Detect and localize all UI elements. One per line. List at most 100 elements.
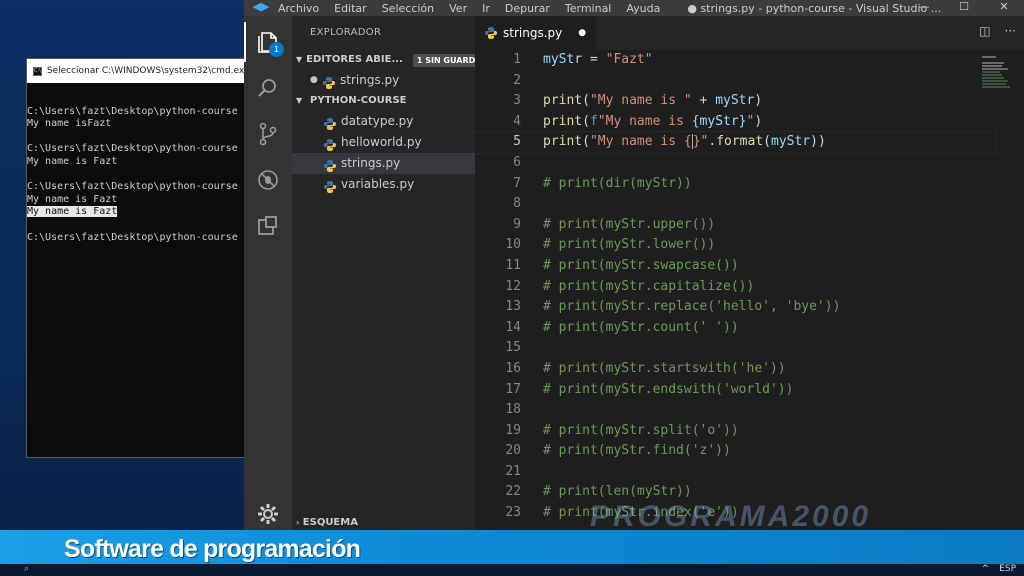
code-line[interactable]: 14 # print(myStr.count(' ')) [475, 318, 995, 339]
python-file-icon [485, 27, 497, 39]
code-line[interactable]: 19 # print(myStr.split('o')) [475, 421, 995, 442]
python-file-icon [324, 179, 336, 193]
open-editor-item[interactable]: ● strings.py [292, 70, 475, 91]
cmd-output-line [27, 131, 247, 144]
unsaved-dot-icon[interactable]: ● [310, 70, 318, 91]
unsaved-dot-icon[interactable]: ● [578, 28, 586, 38]
code-line[interactable]: 3 print("My name is " + myStr) [475, 91, 995, 112]
code-line[interactable]: 9 # print(myStr.upper()) [475, 215, 995, 236]
code-line[interactable]: 7 # print(dir(myStr)) [475, 174, 995, 195]
line-content: # print(myStr.find('z')) [543, 443, 731, 459]
cmd-title: Seleccionar C:\WINDOWS\system32\cmd.exe [46, 66, 247, 76]
code-line[interactable]: 2 [475, 71, 995, 92]
more-actions-icon[interactable]: ··· [1005, 24, 1016, 38]
line-number: 10 [505, 237, 521, 253]
line-number: 4 [513, 113, 521, 129]
file-item-variables-py[interactable]: variables.py [292, 174, 475, 195]
settings-gear-icon[interactable] [244, 494, 292, 530]
code-line[interactable]: 12 # print(myStr.capitalize()) [475, 277, 995, 298]
line-content [521, 153, 543, 174]
vscode-window[interactable]: ◀▶ Archivo Editar Selección Ver Ir Depurar Ter… [244, 0, 1024, 530]
caption-text: Software de programación [64, 535, 361, 563]
code-line[interactable]: 21 [475, 462, 995, 483]
menu-bar: ◀▶ Archivo Editar Selección Ver Ir Depurar Ter… [244, 0, 1024, 16]
code-line[interactable]: 5 print("My name is {}".format(myStr)) [474, 131, 996, 154]
editor-actions: ◫ ··· [979, 24, 1016, 38]
line-number: 5 [513, 134, 521, 150]
code-line[interactable]: 1 myStr = "Fazt" [475, 50, 995, 71]
code-line[interactable]: 13 # print(myStr.replace('hello', 'bye')) [475, 297, 995, 318]
menu-item-editar[interactable]: Editar [334, 2, 367, 15]
line-number: 19 [505, 422, 521, 438]
menu-item-seleccion[interactable]: Selección [382, 2, 434, 15]
line-number: 3 [513, 93, 521, 109]
search-icon[interactable] [244, 68, 292, 108]
file-item-datatype-py[interactable]: datatype.py [292, 111, 475, 132]
file-name: strings.py [341, 156, 401, 170]
explorer-icon[interactable]: 1 [244, 22, 292, 62]
minimap[interactable] [982, 56, 1012, 116]
menu-item-ir[interactable]: Ir [482, 2, 490, 15]
taskbar-chevron-up-icon[interactable]: ^ [982, 564, 990, 574]
minimize-icon[interactable]: — [904, 0, 944, 16]
menu-item-depurar[interactable]: Depurar [505, 2, 550, 15]
line-content: # print(dir(myStr)) [543, 175, 692, 191]
line-content: print(f"My name is {myStr}") [543, 113, 763, 129]
taskbar-lang[interactable]: ESP [999, 564, 1016, 574]
debug-icon[interactable] [244, 160, 292, 200]
menu-item-terminal[interactable]: Terminal [565, 2, 612, 15]
code-line[interactable]: 18 [475, 400, 995, 421]
unsaved-badge: 1 SIN GUARDAR [412, 53, 475, 67]
menu-item-archivo[interactable]: Archivo [278, 2, 319, 15]
line-number: 11 [505, 257, 521, 273]
code-line[interactable]: 6 [475, 153, 995, 174]
open-editor-filename: strings.py [340, 73, 400, 87]
maximize-icon[interactable]: ☐ [944, 0, 984, 16]
editor-tabs: strings.py ● [475, 16, 1024, 50]
python-file-icon [324, 116, 336, 130]
code-line[interactable]: 10 # print(myStr.lower()) [475, 235, 995, 256]
channel-logo: PROGRAMA2000 [590, 500, 872, 533]
line-content: # print(myStr.lower()) [543, 237, 716, 253]
code-line[interactable]: 16 # print(myStr.startswith('he')) [475, 359, 995, 380]
tab-strings-py[interactable]: strings.py ● [475, 16, 597, 50]
project-section[interactable]: ▼ PYTHON-COURSE [292, 91, 475, 111]
line-number: 13 [505, 299, 521, 315]
outline-section[interactable]: › ESQUEMA [292, 516, 475, 530]
source-control-icon[interactable] [244, 114, 292, 154]
cmd-window[interactable]: C:\ Seleccionar C:\WINDOWS\system32\cmd.… [26, 58, 248, 458]
menu-item-ver[interactable]: Ver [449, 2, 467, 15]
cmd-output-line: My name isFazt [27, 118, 112, 130]
close-icon[interactable]: ✕ [984, 0, 1024, 16]
code-line[interactable]: 20 # print(myStr.find('z')) [475, 441, 995, 462]
open-editors-section[interactable]: ▼ EDITORES ABIE... 1 SIN GUARDAR [292, 50, 475, 70]
split-editor-icon[interactable]: ◫ [979, 24, 990, 38]
cmd-output-line [27, 219, 247, 232]
activity-bar: 1 [244, 16, 292, 530]
line-number: 7 [513, 175, 521, 191]
taskbar-search-icon[interactable]: ⌕ [24, 564, 29, 574]
code-line[interactable]: 8 [475, 194, 995, 215]
code-editor[interactable]: strings.py ● ◫ ··· 1 myStr = "Fazt" 2 3 prin… [474, 16, 1024, 530]
chevron-down-icon: ▼ [296, 96, 303, 105]
line-content: # print(myStr.capitalize()) [543, 278, 755, 294]
cmd-output-line: C:\Users\fazt\Desktop\python-course [27, 143, 238, 155]
line-content: # print(myStr.split('o')) [543, 422, 739, 438]
code-line[interactable]: 11 # print(myStr.swapcase()) [475, 256, 995, 277]
file-item-helloworld-py[interactable]: helloworld.py [292, 132, 475, 153]
cmd-title-bar[interactable]: C:\ Seleccionar C:\WINDOWS\system32\cmd.… [27, 59, 247, 83]
line-content: # print(myStr.swapcase()) [543, 257, 739, 273]
cmd-output-line: C:\Users\fazt\Desktop\python-course [27, 105, 238, 117]
menu-item-ayuda[interactable]: Ayuda [626, 2, 660, 15]
code-line[interactable]: 15 [475, 338, 995, 359]
line-content [521, 462, 543, 483]
cmd-output-line: My name is Fazt [27, 206, 118, 218]
code-line[interactable]: 17 # print(myStr.endswith('world')) [475, 380, 995, 401]
code-line[interactable]: 4 print(f"My name is {myStr}") [475, 112, 995, 133]
cmd-output[interactable]: C:\Users\fazt\Desktop\python-course My na… [27, 83, 247, 244]
extensions-icon[interactable] [244, 206, 292, 246]
file-item-strings-py[interactable]: strings.py [292, 153, 475, 174]
line-number: 1 [513, 52, 521, 67]
window-controls: — ☐ ✕ [904, 0, 1024, 16]
code-area[interactable]: 1 myStr = "Fazt" 2 3 print("My name is " + m… [474, 50, 996, 524]
